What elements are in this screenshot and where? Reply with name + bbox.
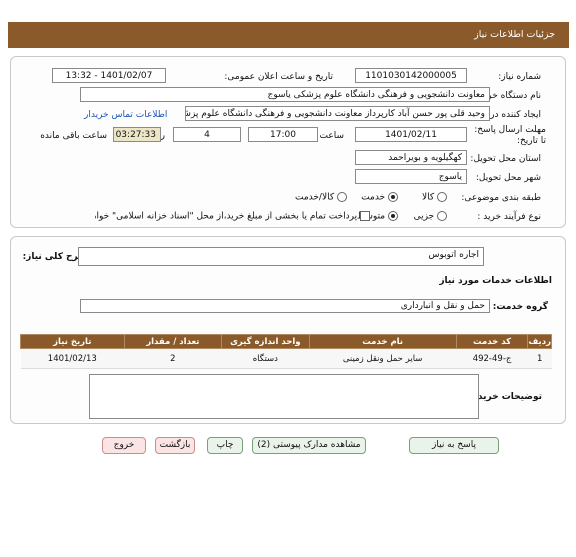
- city-label: شهر محل تحویل:: [475, 173, 541, 183]
- radio-icon: [437, 211, 447, 221]
- deadline-label: مهلت ارسال پاسخ: تا تاریخ:: [474, 125, 546, 146]
- table-cell: 1401/02/13: [20, 348, 125, 369]
- province-field: کهگیلویه و بویراحمد: [355, 150, 467, 165]
- deadline-time-field: 17:00: [248, 127, 318, 142]
- table-cell: دستگاه: [221, 348, 310, 369]
- category-option-service[interactable]: خدمت: [361, 192, 398, 203]
- table-cell: ج-49-492: [456, 348, 528, 369]
- attachments-button[interactable]: مشاهده مدارک پیوستی (2): [252, 437, 366, 454]
- service-group-label: گروه خدمت:: [492, 302, 548, 312]
- category-option-goods[interactable]: کالا: [422, 192, 447, 203]
- deadline-time-label: ساعت: [319, 131, 345, 141]
- announce-label: تاریخ و ساعت اعلان عمومی:: [224, 72, 333, 82]
- description-field: اجاره اتوبوس: [78, 247, 484, 266]
- radio-icon: [437, 192, 447, 202]
- treasury-payment-option[interactable]: پرداخت تمام یا بخشی از مبلغ خرید،از محل …: [95, 211, 370, 222]
- exit-button[interactable]: خروج: [102, 437, 146, 454]
- deadline-date-field: 1401/02/11: [355, 127, 467, 142]
- radio-icon: [337, 192, 347, 202]
- column-header: واحد اندازه گیری: [221, 334, 310, 349]
- radio-selected-icon: [388, 192, 398, 202]
- process-label: نوع فرآیند خرید :: [477, 212, 541, 222]
- column-header: تاریخ نیاز: [20, 334, 125, 349]
- table-cell: 1: [527, 348, 552, 369]
- category-label: طبقه بندی موضوعی:: [461, 193, 541, 203]
- checkbox-icon: [360, 211, 370, 221]
- city-field: یاسوج: [355, 169, 467, 184]
- column-header: نام خدمت: [308, 334, 457, 349]
- creator-field: وحید قلی پور حسن آباد کارپرداز معاونت دا…: [185, 106, 490, 121]
- reply-button[interactable]: پاسخ به نیاز: [409, 437, 499, 454]
- column-header: کد خدمت: [455, 334, 529, 349]
- column-header: ردیف: [527, 334, 552, 349]
- service-group-field: حمل و نقل و انبارداری: [80, 299, 490, 313]
- remaining-days-field: 4: [173, 127, 241, 142]
- services-section-title: اطلاعات خدمات مورد نیاز: [439, 276, 552, 286]
- remaining-time-label: ساعت باقی مانده: [40, 131, 107, 141]
- column-header: تعداد / مقدار: [123, 334, 223, 349]
- page-header: جزئیات اطلاعات نیاز: [8, 22, 569, 48]
- category-option-goods-service[interactable]: کالا/خدمت: [295, 192, 347, 203]
- print-button[interactable]: چاپ: [207, 437, 243, 454]
- table-header-row: ردیف کد خدمت نام خدمت واحد اندازه گیری ت…: [20, 334, 552, 349]
- table-row: 1 ج-49-492 سایر حمل ونقل زمینی دستگاه 2 …: [20, 348, 552, 369]
- need-number-field: 1101030142000005: [355, 68, 467, 83]
- back-button[interactable]: بازگشت: [155, 437, 195, 454]
- buyer-field: معاونت دانشجویی و فرهنگی دانشگاه علوم پز…: [80, 87, 490, 102]
- province-label: استان محل تحویل:: [470, 154, 541, 164]
- announce-field: 1401/02/07 - 13:32: [52, 68, 166, 83]
- buyer-contact-link[interactable]: اطلاعات تماس خریدار: [84, 110, 167, 120]
- radio-selected-icon: [388, 211, 398, 221]
- page-title: جزئیات اطلاعات نیاز: [474, 29, 555, 40]
- table-cell: سایر حمل ونقل زمینی: [309, 348, 457, 369]
- process-option-minor[interactable]: جزیی: [414, 211, 447, 222]
- need-number-label: شماره نیاز:: [498, 72, 541, 82]
- remaining-time-field: 03:27:33: [113, 127, 161, 142]
- table-cell: 2: [124, 348, 222, 369]
- buyer-notes-field: [89, 374, 479, 419]
- services-table: ردیف کد خدمت نام خدمت واحد اندازه گیری ت…: [20, 334, 552, 369]
